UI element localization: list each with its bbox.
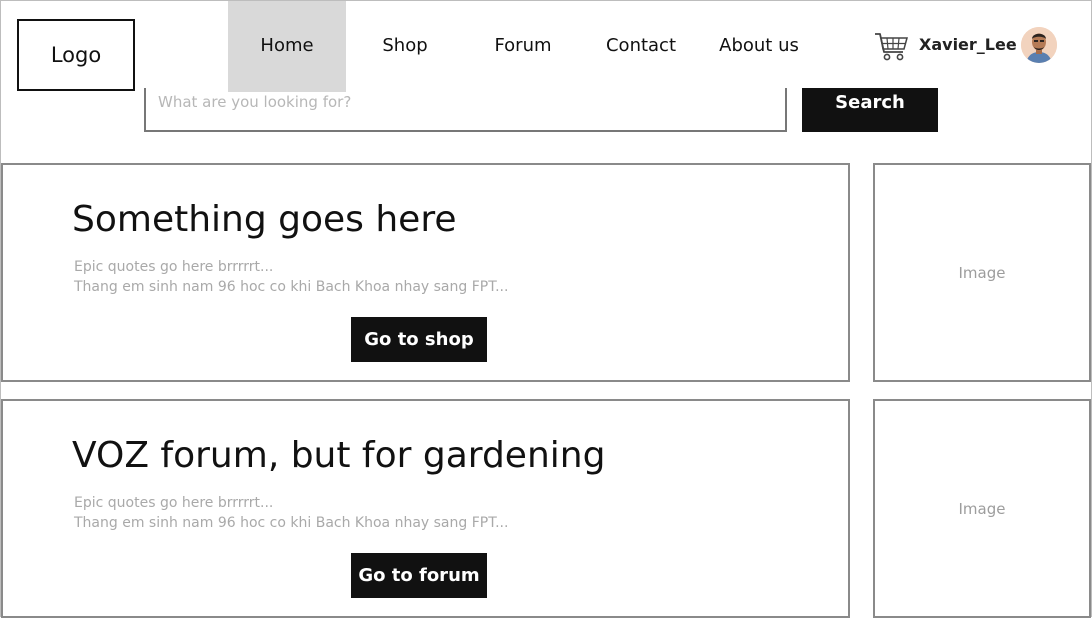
avatar-icon (1021, 27, 1057, 63)
image-placeholder: Image (873, 163, 1091, 382)
nav-item-label: Shop (382, 35, 428, 56)
search-button[interactable]: Search (802, 88, 938, 132)
hero-card-forum: VOZ forum, but for gardening Epic quotes… (1, 399, 850, 618)
nav-item-contact[interactable]: Contact (582, 1, 700, 92)
nav-item-about[interactable]: About us (700, 1, 818, 92)
go-to-shop-button[interactable]: Go to shop (351, 317, 487, 362)
section-quote: Thang em sinh nam 96 hoc co khi Bach Kho… (74, 515, 509, 531)
hero-card-shop: Something goes here Epic quotes go here … (1, 163, 850, 382)
nav-item-label: Contact (605, 35, 677, 56)
section-title: VOZ forum, but for gardening (72, 435, 606, 476)
nav-item-label: About us (719, 35, 799, 56)
logo[interactable]: Logo (17, 19, 135, 91)
nav-item-forum[interactable]: Forum (464, 1, 582, 92)
nav-item-home[interactable]: Home (228, 1, 346, 92)
section-quote: Thang em sinh nam 96 hoc co khi Bach Kho… (74, 279, 509, 295)
nav-item-label: Home (260, 35, 314, 56)
search-button-label: Search (835, 92, 905, 113)
go-to-forum-button[interactable]: Go to forum (351, 553, 487, 598)
search-placeholder: What are you looking for? (158, 93, 352, 111)
shopping-cart-icon[interactable] (874, 31, 908, 63)
image-placeholder: Image (873, 399, 1091, 618)
section-quote: Epic quotes go here brrrrrt... (74, 495, 274, 511)
user-avatar[interactable] (1021, 27, 1057, 63)
nav-item-label: Forum (494, 35, 552, 56)
search-input[interactable]: What are you looking for? (144, 88, 787, 132)
section-quote: Epic quotes go here brrrrrt... (74, 259, 274, 275)
nav-item-shop[interactable]: Shop (346, 1, 464, 92)
username[interactable]: Xavier_Lee (919, 35, 1017, 54)
section-title: Something goes here (72, 199, 457, 240)
